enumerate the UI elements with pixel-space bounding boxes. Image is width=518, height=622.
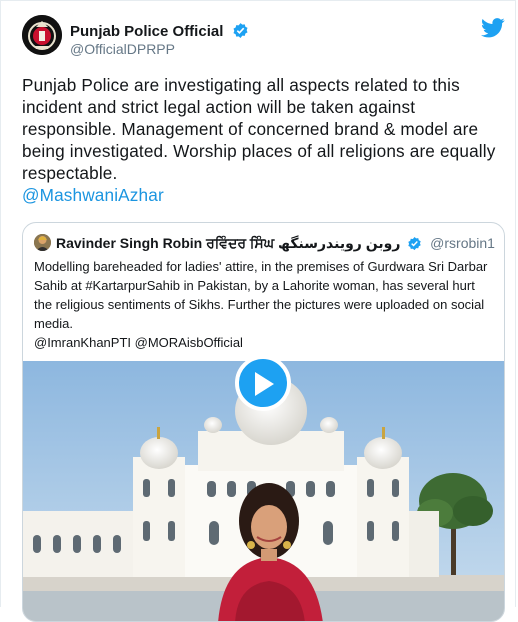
quoted-body: Modelling bareheaded for ladies' attire,… <box>34 257 496 352</box>
quoted-display-name: Ravinder Singh Robin ਰਵਿੰਦਰ ਸਿੰਘ روبن رو… <box>56 235 401 251</box>
tweet-card: Punjab Police Official @OfficialDPRPP Pu… <box>0 0 516 622</box>
quoted-avatar-icon <box>34 234 51 251</box>
author-name-text: Punjab Police Official <box>70 23 224 40</box>
tweet-mention-link[interactable]: @MashwaniAzhar <box>22 184 507 206</box>
quoted-text: Modelling bareheaded for ladies' attire,… <box>34 259 488 331</box>
verified-badge-icon <box>232 22 249 43</box>
author-handle[interactable]: @OfficialDPRPP <box>70 41 175 57</box>
quoted-verified-badge-icon <box>407 236 422 254</box>
author-display-name[interactable]: Punjab Police Official <box>70 22 249 43</box>
play-icon <box>255 372 274 396</box>
punjab-police-emblem-icon <box>22 15 62 55</box>
quoted-author[interactable]: Ravinder Singh Robin ਰਵਿੰਦਰ ਸਿੰਘ روبن رو… <box>56 235 495 254</box>
quoted-tweet[interactable]: Ravinder Singh Robin ਰਵਿੰਦਰ ਸਿੰਘ روبن رو… <box>22 222 505 622</box>
quoted-mentions[interactable]: @ImranKhanPTI @MORAisbOfficial <box>34 333 496 352</box>
quoted-handle: @rsrobin1 <box>430 235 495 251</box>
twitter-bird-icon[interactable] <box>481 18 505 38</box>
tweet-body: Punjab Police are investigating all aspe… <box>22 74 507 206</box>
play-button[interactable] <box>235 355 291 411</box>
tweet-text: Punjab Police are investigating all aspe… <box>22 75 496 183</box>
avatar[interactable] <box>22 15 62 55</box>
quoted-avatar[interactable] <box>34 234 51 251</box>
